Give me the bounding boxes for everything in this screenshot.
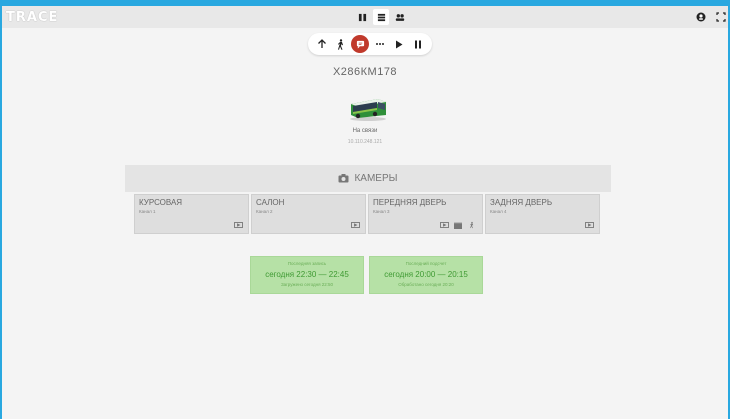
camera-name: ПЕРЕДНЯЯ ДВЕРЬ <box>373 198 447 207</box>
message-icon[interactable] <box>351 35 370 53</box>
record-label: Последняя запись <box>287 261 327 266</box>
bus-icon <box>350 99 386 121</box>
camera-list: КУРСОВАЯ Канал 1 САЛОН Канал 2 ПЕРЕДНЯЯ … <box>134 194 600 234</box>
more-icon[interactable] <box>371 35 389 53</box>
camera-card-front-door[interactable]: ПЕРЕДНЯЯ ДВЕРЬ Канал 3 <box>368 194 483 234</box>
camera-card-kursovaya[interactable]: КУРСОВАЯ Канал 1 <box>134 194 249 234</box>
camera-icon <box>338 174 349 183</box>
cameras-header: КАМЕРЫ <box>125 165 611 192</box>
film-icon[interactable] <box>453 221 463 229</box>
top-right-tools <box>694 10 728 24</box>
view-switch <box>354 9 408 25</box>
app-window: TRACE Х286КМ178 На связи 10.110.248.121 … <box>2 6 728 419</box>
list-icon[interactable] <box>373 9 389 25</box>
record-sub: Загружено сегодня 22:50 <box>280 282 334 287</box>
playback-controls <box>308 33 432 55</box>
camera-channel: Канал 3 <box>373 209 390 214</box>
pause-icon[interactable] <box>409 35 427 53</box>
count-sub: Обработано сегодня 20:20 <box>398 282 454 287</box>
last-record-card[interactable]: Последняя запись сегодня 22:30 — 22:45 З… <box>250 256 364 294</box>
play-icon[interactable] <box>390 35 408 53</box>
camera-channel: Канал 1 <box>139 209 156 214</box>
account-icon[interactable] <box>694 10 708 24</box>
walk-icon[interactable] <box>467 221 477 229</box>
camera-card-salon[interactable]: САЛОН Канал 2 <box>251 194 366 234</box>
camera-card-rear-door[interactable]: ЗАДНЯЯ ДВЕРЬ Канал 4 <box>485 194 600 234</box>
users-icon[interactable] <box>392 9 408 25</box>
camera-name: ЗАДНЯЯ ДВЕРЬ <box>490 198 553 207</box>
app-logo: TRACE <box>6 10 59 25</box>
last-count-card[interactable]: Последний подсчет сегодня 20:00 — 20:15 … <box>369 256 483 294</box>
walk-icon[interactable] <box>332 35 350 53</box>
camera-name: КУРСОВАЯ <box>139 198 183 207</box>
monitor-icon[interactable] <box>350 221 360 229</box>
connection-status: На связи <box>352 128 378 134</box>
cameras-title: КАМЕРЫ <box>354 173 398 184</box>
monitor-icon[interactable] <box>584 221 594 229</box>
map-icon[interactable] <box>354 9 370 25</box>
fullscreen-icon[interactable] <box>714 10 728 24</box>
camera-channel: Канал 2 <box>256 209 273 214</box>
camera-name: САЛОН <box>256 198 285 207</box>
monitor-icon[interactable] <box>439 221 449 229</box>
vehicle-ip: 10.110.248.121 <box>347 139 383 145</box>
vehicle-plate: Х286КМ178 <box>332 66 398 78</box>
count-time: сегодня 20:00 — 20:15 <box>384 270 468 279</box>
record-time: сегодня 22:30 — 22:45 <box>265 270 349 279</box>
camera-channel: Канал 4 <box>490 209 507 214</box>
arrow-up-icon[interactable] <box>313 35 331 53</box>
count-label: Последний подсчет <box>405 261 447 266</box>
top-bar: TRACE <box>2 6 728 28</box>
monitor-icon[interactable] <box>233 221 243 229</box>
